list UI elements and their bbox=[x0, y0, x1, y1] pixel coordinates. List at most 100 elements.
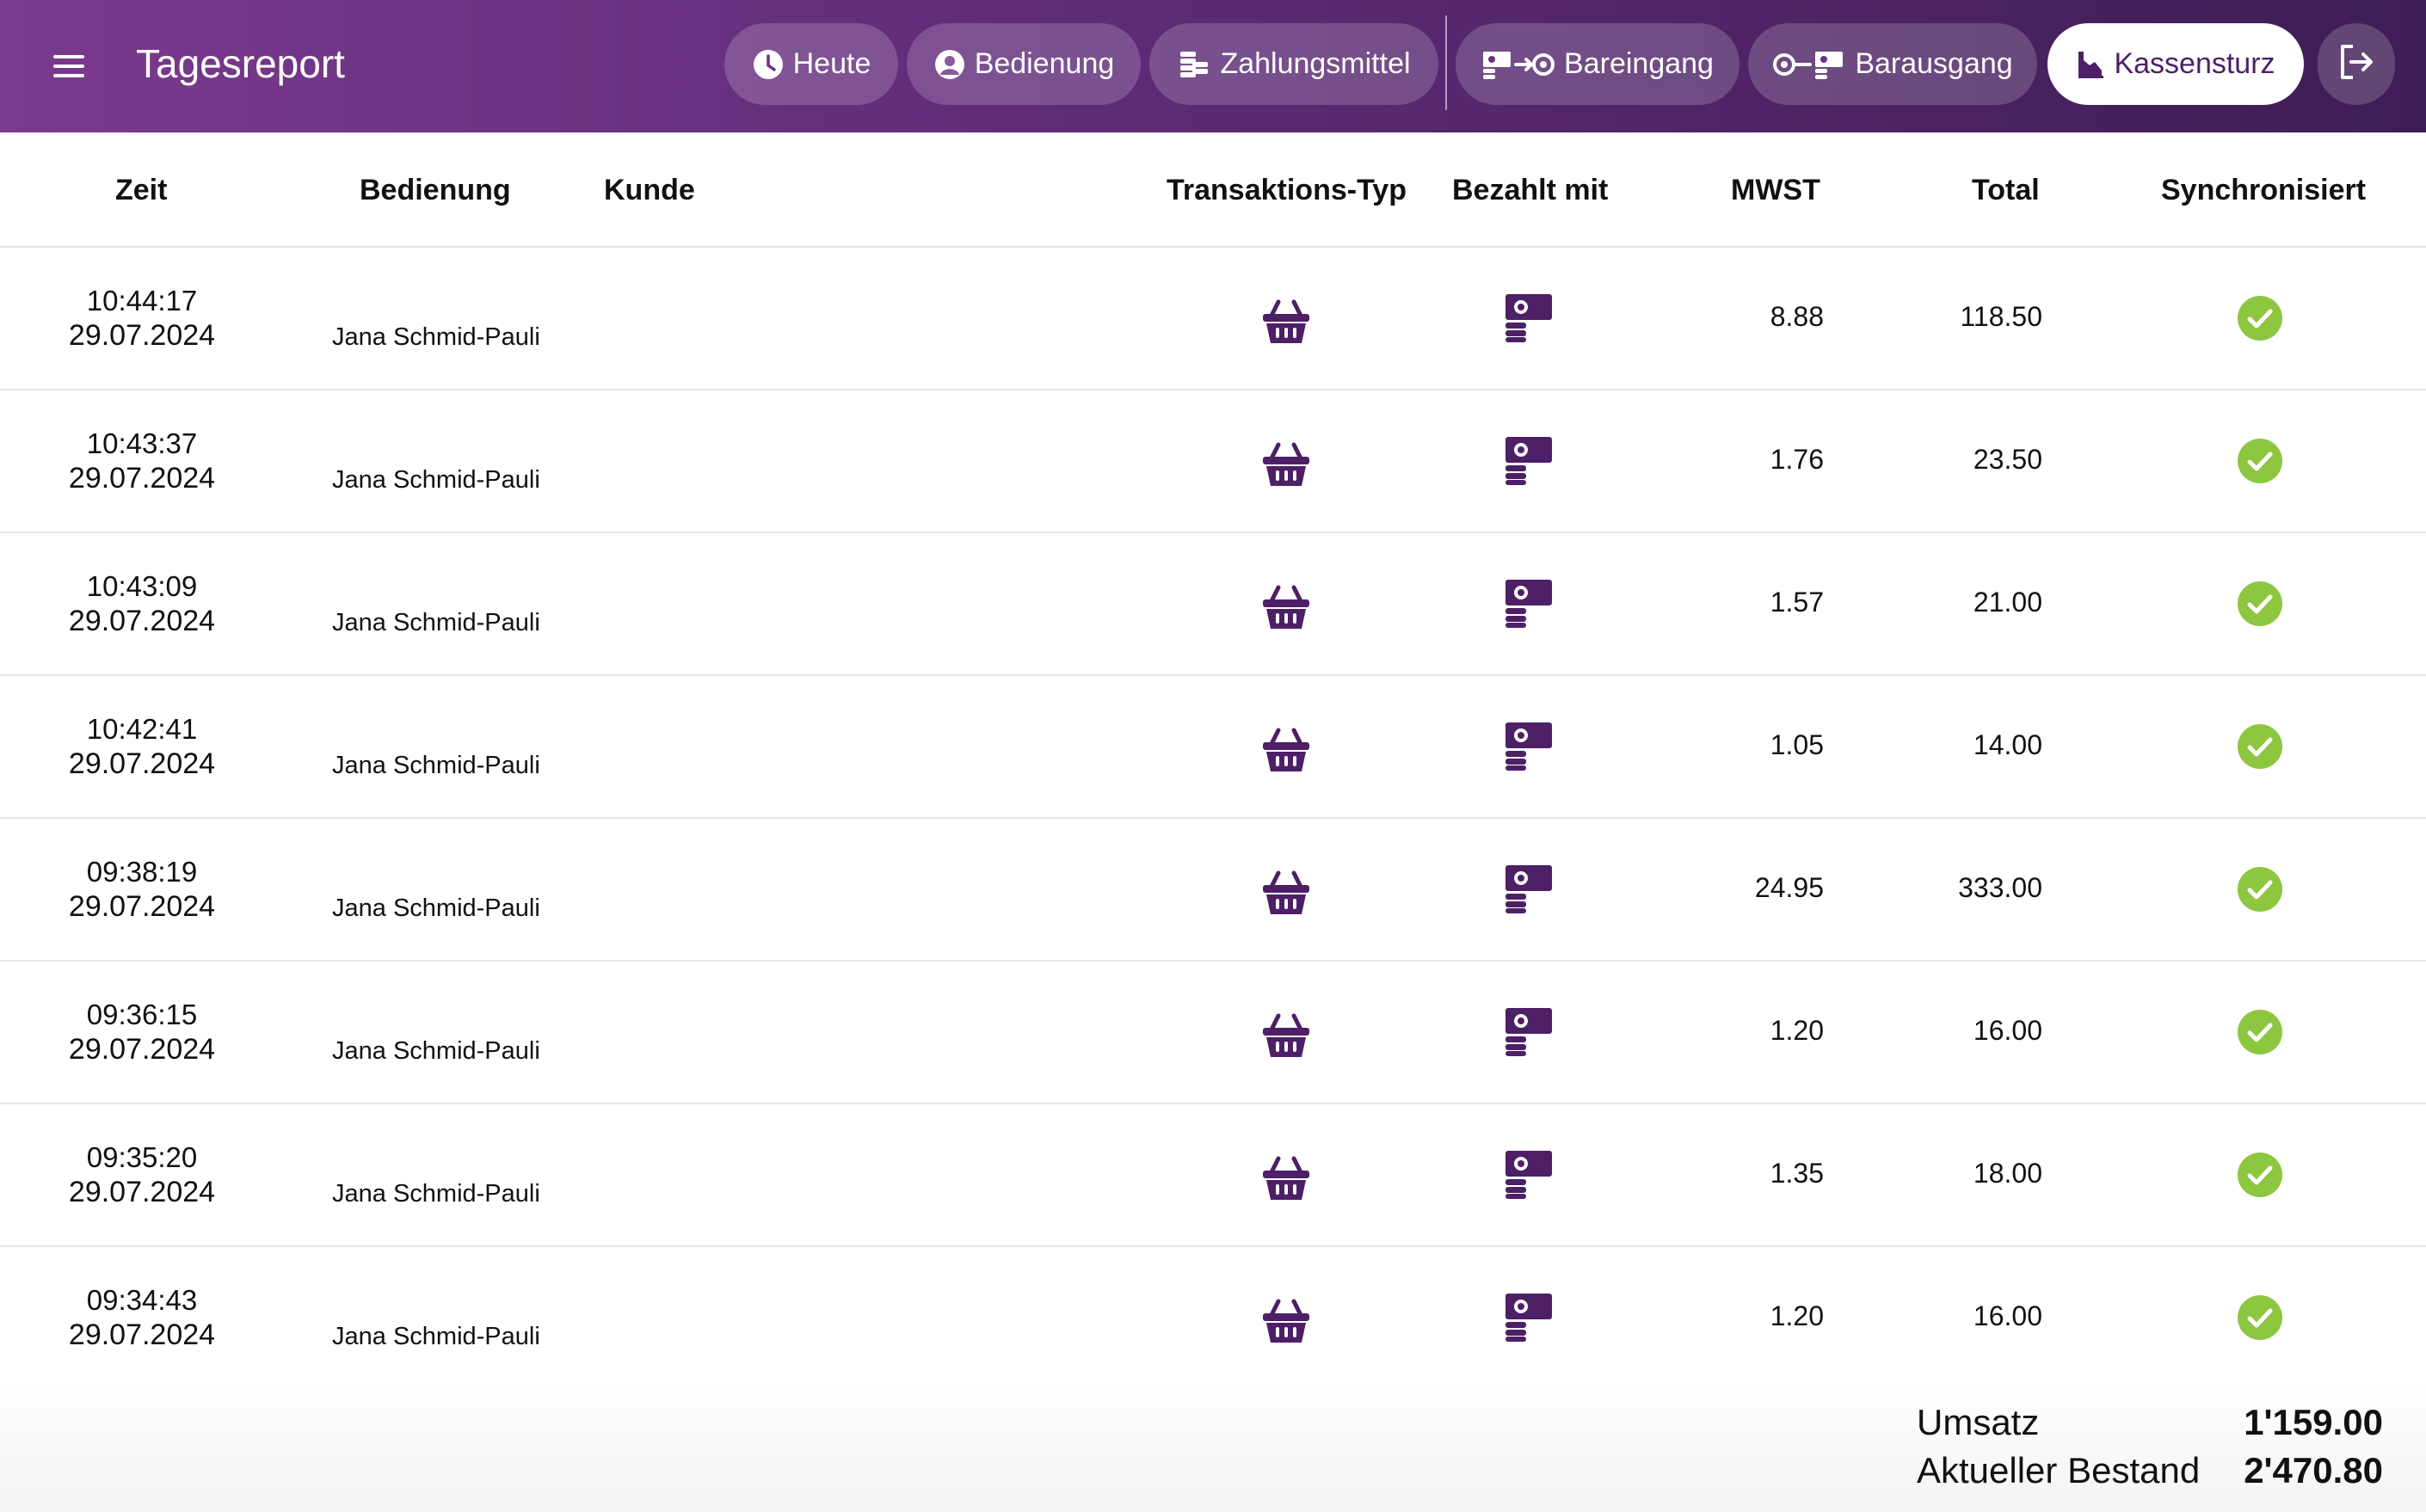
table-header: Zeit Bedienung Kunde Transaktions-Typ Be… bbox=[0, 132, 2426, 248]
time-value: 09:38:19 bbox=[86, 856, 198, 888]
cash-icon bbox=[1504, 864, 1554, 913]
hamburger-menu-icon[interactable] bbox=[50, 47, 88, 85]
tab-barausgang[interactable]: Barausgang bbox=[1748, 23, 2037, 105]
time-cell: 10:42:41 29.07.2024 bbox=[26, 712, 258, 781]
column-header-bezahlt-mit[interactable]: Bezahlt mit bbox=[1452, 132, 1608, 248]
cash-icon bbox=[1504, 578, 1554, 628]
table-row[interactable]: 09:35:20 29.07.2024 Jana Schmid-Pauli 1.… bbox=[0, 1104, 2426, 1247]
nav-divider bbox=[1445, 15, 1447, 110]
time-value: 10:43:09 bbox=[86, 570, 198, 602]
date-value: 29.07.2024 bbox=[68, 462, 216, 495]
basket-icon bbox=[1261, 297, 1311, 347]
column-header-synchronisiert[interactable]: Synchronisiert bbox=[2161, 132, 2366, 248]
time-value: 09:35:20 bbox=[86, 1141, 198, 1173]
mwst-cell: 1.35 bbox=[1770, 1158, 1824, 1189]
mwst-cell: 1.20 bbox=[1770, 1015, 1824, 1046]
table-row[interactable]: 10:42:41 29.07.2024 Jana Schmid-Pauli 1.… bbox=[0, 676, 2426, 819]
user-cell: Jana Schmid-Pauli bbox=[332, 1180, 540, 1208]
time-value: 09:34:43 bbox=[86, 1284, 198, 1316]
check-circle-icon bbox=[2237, 723, 2283, 770]
mwst-cell: 8.88 bbox=[1770, 301, 1824, 332]
user-cell: Jana Schmid-Pauli bbox=[332, 1323, 540, 1350]
basket-icon bbox=[1261, 1011, 1311, 1060]
time-value: 10:42:41 bbox=[86, 713, 198, 745]
time-cell: 10:43:09 29.07.2024 bbox=[26, 569, 258, 638]
summary-footer: Umsatz 1'159.00 Aktueller Bestand 2'470.… bbox=[0, 1376, 2426, 1512]
mwst-cell: 24.95 bbox=[1754, 872, 1824, 903]
tab-heute-label: Heute bbox=[792, 47, 871, 80]
basket-icon bbox=[1261, 1296, 1311, 1346]
tab-kassensturz-label: Kassensturz bbox=[2114, 47, 2275, 80]
tab-barausgang-label: Barausgang bbox=[1855, 47, 2013, 80]
check-circle-icon bbox=[2237, 1152, 2283, 1198]
time-value: 10:44:17 bbox=[86, 285, 198, 317]
clock-icon bbox=[752, 48, 785, 81]
table-row[interactable]: 09:36:15 29.07.2024 Jana Schmid-Pauli 1.… bbox=[0, 962, 2426, 1104]
cash-icon bbox=[1504, 292, 1554, 342]
check-circle-icon bbox=[2237, 866, 2283, 913]
time-cell: 09:36:15 29.07.2024 bbox=[26, 998, 258, 1066]
date-value: 29.07.2024 bbox=[68, 1176, 216, 1208]
table-row[interactable]: 09:34:43 29.07.2024 Jana Schmid-Pauli 1.… bbox=[0, 1247, 2426, 1390]
table-row[interactable]: 10:43:37 29.07.2024 Jana Schmid-Pauli 1.… bbox=[0, 390, 2426, 533]
user-icon bbox=[933, 48, 966, 81]
column-header-total[interactable]: Total bbox=[1972, 132, 2040, 248]
user-cell: Jana Schmid-Pauli bbox=[332, 894, 540, 922]
date-value: 29.07.2024 bbox=[68, 890, 216, 923]
user-cell: Jana Schmid-Pauli bbox=[332, 1037, 540, 1065]
cash-out-icon bbox=[1772, 48, 1846, 81]
date-value: 29.07.2024 bbox=[68, 605, 216, 637]
cash-icon bbox=[1504, 721, 1554, 771]
check-circle-icon bbox=[2237, 1294, 2283, 1341]
tab-bareingang-label: Bareingang bbox=[1564, 47, 1714, 80]
total-cell: 333.00 bbox=[1958, 872, 2042, 903]
cash-icon bbox=[1504, 1006, 1554, 1056]
total-cell: 23.50 bbox=[1973, 444, 2042, 475]
mwst-cell: 1.76 bbox=[1770, 444, 1824, 475]
page-title: Tagesreport bbox=[136, 41, 345, 86]
date-value: 29.07.2024 bbox=[68, 1033, 216, 1066]
time-cell: 10:43:37 29.07.2024 bbox=[26, 427, 258, 495]
column-header-transaktions-typ[interactable]: Transaktions-Typ bbox=[1167, 132, 1407, 248]
mwst-cell: 1.57 bbox=[1770, 587, 1824, 618]
cash-icon bbox=[1504, 435, 1554, 485]
mwst-cell: 1.20 bbox=[1770, 1300, 1824, 1331]
check-circle-icon bbox=[2237, 1009, 2283, 1055]
user-cell: Jana Schmid-Pauli bbox=[332, 466, 540, 494]
total-cell: 18.00 bbox=[1973, 1158, 2042, 1189]
total-cell: 16.00 bbox=[1973, 1015, 2042, 1046]
tab-heute[interactable]: Heute bbox=[724, 23, 898, 105]
time-cell: 10:44:17 29.07.2024 bbox=[26, 284, 258, 353]
time-cell: 09:38:19 29.07.2024 bbox=[26, 855, 258, 924]
user-cell: Jana Schmid-Pauli bbox=[332, 323, 540, 351]
bestand-label: Aktueller Bestand bbox=[1917, 1450, 2201, 1490]
check-circle-icon bbox=[2237, 438, 2283, 484]
column-header-mwst[interactable]: MWST bbox=[1731, 132, 1820, 248]
date-value: 29.07.2024 bbox=[68, 747, 216, 780]
umsatz-label: Umsatz bbox=[1917, 1402, 2040, 1442]
column-header-zeit[interactable]: Zeit bbox=[115, 132, 167, 248]
date-value: 29.07.2024 bbox=[68, 319, 216, 352]
umsatz-value: 1'159.00 bbox=[2244, 1402, 2383, 1442]
total-cell: 16.00 bbox=[1973, 1300, 2042, 1331]
tab-kassensturz[interactable]: Kassensturz bbox=[2047, 23, 2304, 105]
tab-bedienung[interactable]: Bedienung bbox=[907, 23, 1141, 105]
total-cell: 21.00 bbox=[1973, 587, 2042, 618]
logout-icon bbox=[2336, 41, 2377, 87]
tab-bedienung-label: Bedienung bbox=[974, 47, 1115, 80]
tab-bareingang[interactable]: Bareingang bbox=[1456, 23, 1739, 105]
tab-zahlungsmittel[interactable]: Zahlungsmittel bbox=[1149, 23, 1438, 105]
total-cell: 14.00 bbox=[1973, 729, 2042, 760]
basket-icon bbox=[1261, 725, 1311, 775]
time-value: 09:36:15 bbox=[86, 999, 198, 1030]
column-header-bedienung[interactable]: Bedienung bbox=[360, 132, 511, 248]
logout-button[interactable] bbox=[2318, 23, 2395, 105]
table-row[interactable]: 10:43:09 29.07.2024 Jana Schmid-Pauli 1.… bbox=[0, 533, 2426, 676]
transactions-table: 10:44:17 29.07.2024 Jana Schmid-Pauli 8.… bbox=[0, 248, 2426, 1390]
table-row[interactable]: 10:44:17 29.07.2024 Jana Schmid-Pauli 8.… bbox=[0, 248, 2426, 390]
table-row[interactable]: 09:38:19 29.07.2024 Jana Schmid-Pauli 24… bbox=[0, 819, 2426, 962]
column-header-kunde[interactable]: Kunde bbox=[604, 132, 695, 248]
cash-icon bbox=[1504, 1149, 1554, 1199]
top-bar: Tagesreport Heute Bedienung Zahlungsmitt… bbox=[0, 0, 2426, 132]
mwst-cell: 1.05 bbox=[1770, 729, 1824, 760]
